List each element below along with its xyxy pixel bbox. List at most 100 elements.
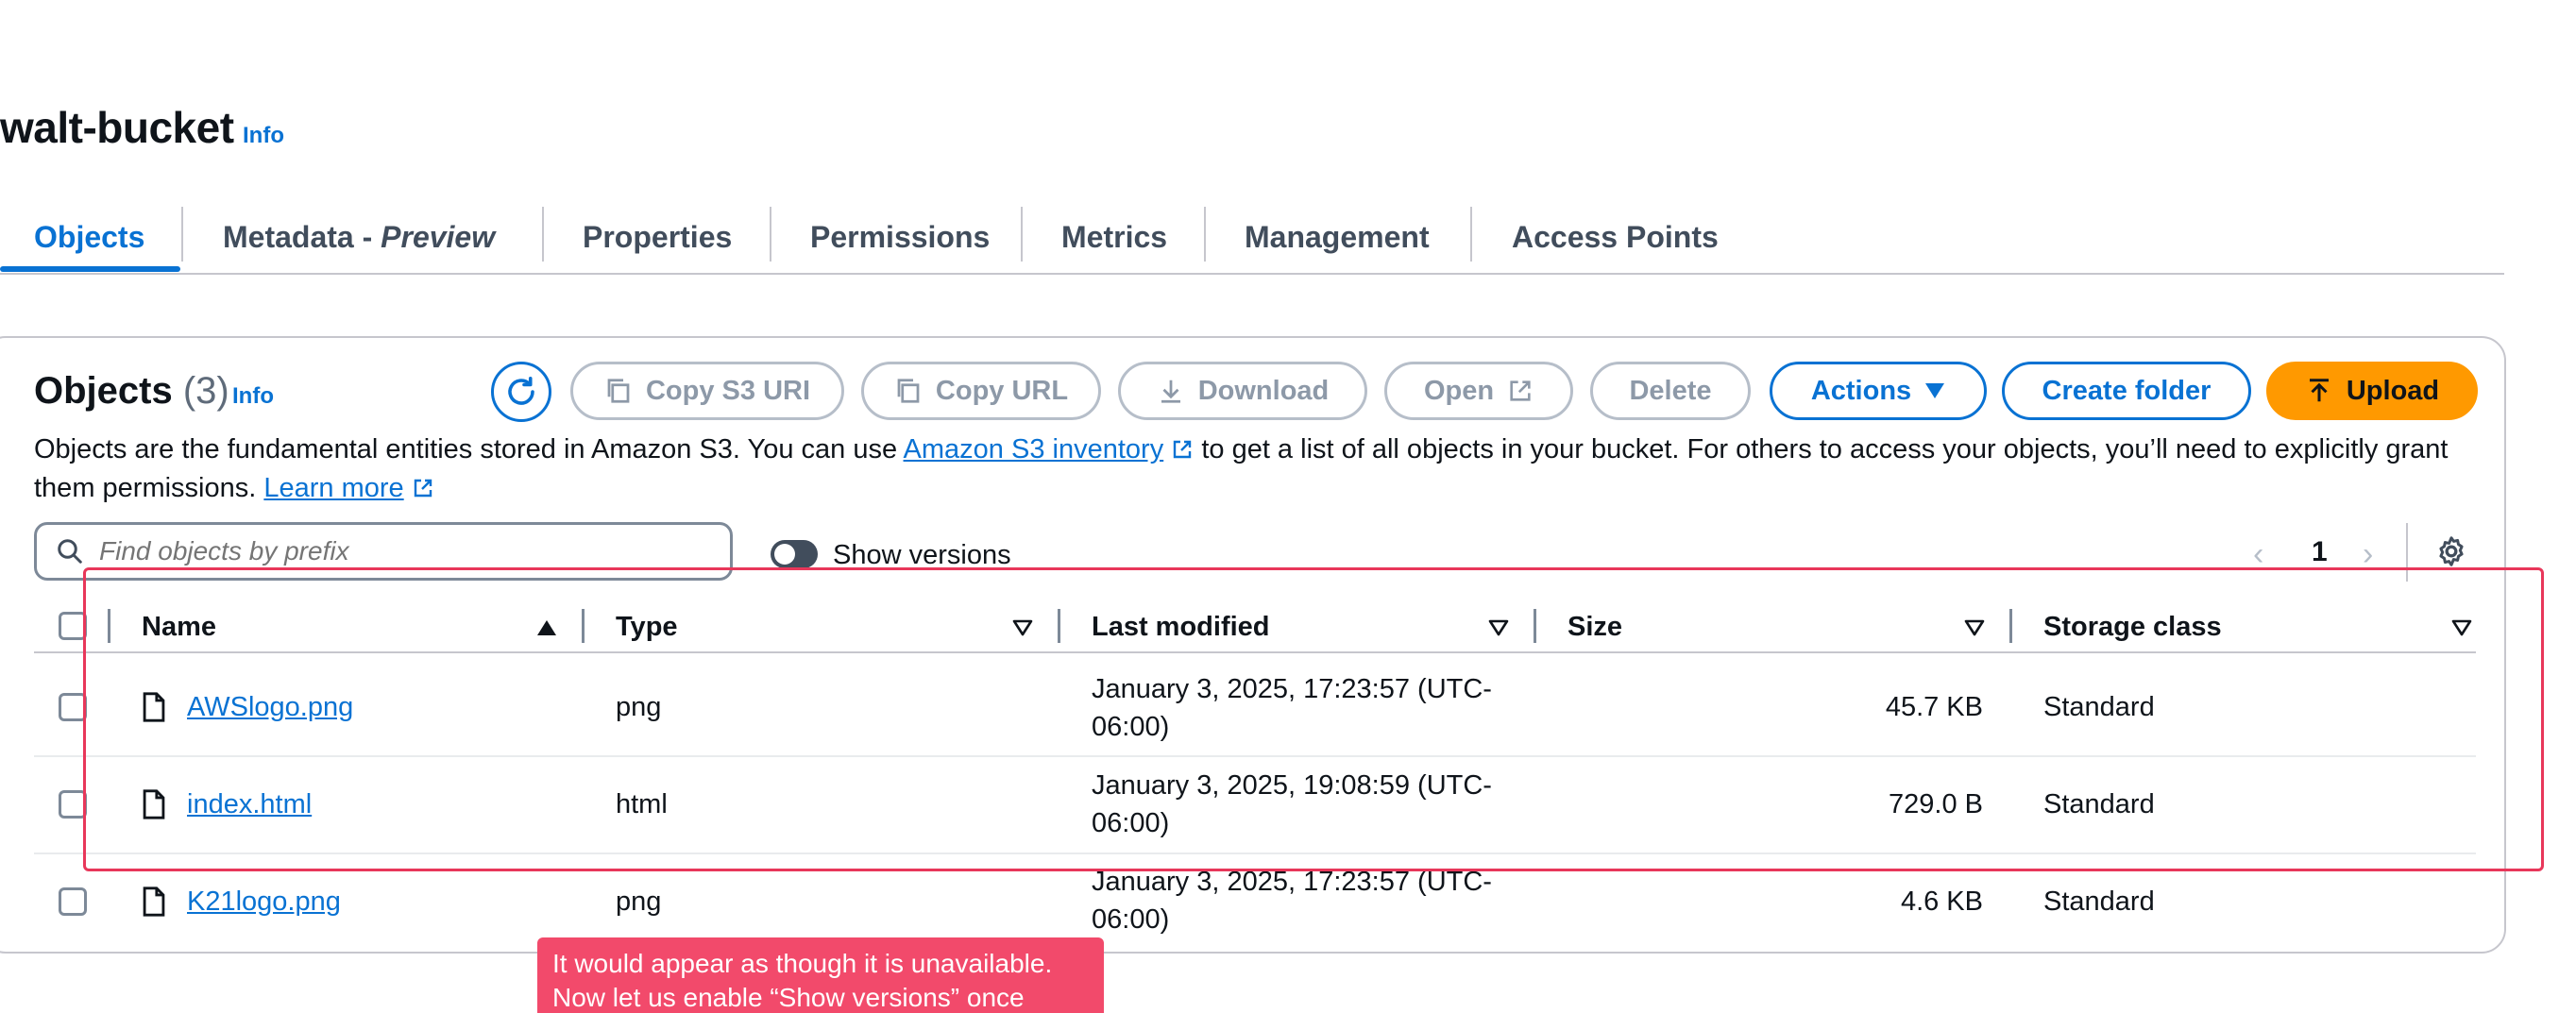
column-header-name[interactable]: Name <box>142 612 216 643</box>
column-header-size[interactable]: Size <box>1568 612 1622 643</box>
description-text-1: Objects are the fundamental entities sto… <box>34 434 904 464</box>
pager-divider <box>2406 523 2408 582</box>
copy-s3-uri-button[interactable]: Copy S3 URI <box>570 362 844 420</box>
upload-icon <box>2309 379 2329 402</box>
download-button[interactable]: Download <box>1118 362 1367 420</box>
column-header-type[interactable]: Type <box>616 612 678 643</box>
s3-inventory-link[interactable]: Amazon S3 inventory <box>904 434 1164 464</box>
actions-label: Actions <box>1810 375 1912 406</box>
previous-page-button[interactable]: ‹ <box>2253 536 2263 573</box>
tab-divider <box>1021 207 1023 262</box>
objects-heading-text: Objects <box>34 370 173 412</box>
search-field[interactable] <box>34 522 733 581</box>
column-header-storage-class[interactable]: Storage class <box>2043 612 2222 643</box>
objects-info-link[interactable]: Info <box>232 383 274 410</box>
objects-count: (3) <box>182 370 229 412</box>
column-divider <box>2009 609 2012 643</box>
tab-divider <box>1204 207 1206 262</box>
file-icon <box>143 789 165 819</box>
external-link-icon <box>414 479 432 498</box>
column-header-last-modified[interactable]: Last modified <box>1092 612 1270 643</box>
actions-button[interactable]: Actions <box>1770 362 1987 420</box>
download-icon <box>1161 380 1180 403</box>
search-input[interactable] <box>97 535 705 567</box>
tab-divider <box>542 207 544 262</box>
delete-label: Delete <box>1629 375 1712 406</box>
sort-icon[interactable] <box>1964 619 1985 636</box>
search-icon <box>58 539 82 564</box>
gear-icon <box>2439 536 2464 566</box>
row-checkbox[interactable] <box>59 887 87 916</box>
copy-icon <box>897 379 920 403</box>
object-name-link[interactable]: K21logo.png <box>187 886 341 918</box>
caret-down-icon <box>1925 383 1945 398</box>
sort-icon[interactable] <box>1488 619 1509 636</box>
object-storage-class: Standard <box>2043 789 2155 819</box>
tab-metadata-preview: Preview <box>381 220 496 254</box>
object-type: png <box>616 886 662 917</box>
refresh-icon <box>508 376 534 405</box>
open-button[interactable]: Open <box>1384 362 1573 420</box>
show-versions-label: Show versions <box>833 540 1011 570</box>
copy-url-label: Copy URL <box>935 375 1069 406</box>
tab-active-indicator <box>0 266 180 272</box>
object-type: png <box>616 692 662 722</box>
delete-button[interactable]: Delete <box>1590 362 1751 420</box>
annotation-tooltip: It would appear as though it is unavaila… <box>537 937 1104 1013</box>
tab-metadata-label: Metadata - <box>223 220 381 254</box>
file-icon <box>143 886 165 917</box>
tab-access-points[interactable]: Access Points <box>1512 212 1719 262</box>
page-number[interactable]: 1 <box>2312 536 2328 568</box>
external-link-icon <box>1174 440 1192 459</box>
refresh-button[interactable] <box>491 362 551 422</box>
upload-label: Upload <box>2346 375 2440 406</box>
row-checkbox[interactable] <box>59 790 87 819</box>
tab-divider <box>1470 207 1472 262</box>
tab-metrics[interactable]: Metrics <box>1061 212 1167 262</box>
tab-bar: Objects Metadata - Preview Properties Pe… <box>0 203 2504 275</box>
object-type: html <box>616 789 668 819</box>
copy-icon <box>607 379 630 403</box>
create-folder-button[interactable]: Create folder <box>2002 362 2251 420</box>
object-last-modified: January 3, 2025, 17:23:57 (UTC-06:00) <box>1092 867 1492 935</box>
tab-management[interactable]: Management <box>1245 212 1430 262</box>
copy-url-button[interactable]: Copy URL <box>861 362 1101 420</box>
toggle-knob <box>774 544 795 565</box>
bucket-title: walt-bucket <box>0 103 234 152</box>
tab-divider <box>770 207 771 262</box>
row-divider <box>34 755 2476 757</box>
column-divider <box>1058 609 1060 643</box>
object-size: 4.6 KB <box>1900 886 1983 917</box>
row-divider <box>34 853 2476 854</box>
sort-icon[interactable] <box>2451 619 2472 636</box>
column-divider <box>108 609 110 643</box>
next-page-button[interactable]: › <box>2363 536 2373 573</box>
open-label: Open <box>1423 375 1495 406</box>
tab-objects[interactable]: Objects <box>34 212 144 262</box>
column-divider <box>582 609 585 643</box>
sort-ascending-icon[interactable] <box>536 619 557 636</box>
object-name-link[interactable]: AWSlogo.png <box>187 692 353 723</box>
object-name-link[interactable]: index.html <box>187 789 312 820</box>
show-versions-toggle[interactable] <box>771 540 818 568</box>
object-size: 729.0 B <box>1889 789 1983 819</box>
objects-container <box>0 336 2506 954</box>
create-folder-label: Create folder <box>2042 375 2212 406</box>
bucket-info-link[interactable]: Info <box>243 123 284 149</box>
objects-description: Objects are the fundamental entities sto… <box>34 431 2451 508</box>
upload-button[interactable]: Upload <box>2266 362 2478 420</box>
learn-more-link[interactable]: Learn more <box>263 473 403 503</box>
column-divider <box>1534 609 1536 643</box>
sort-icon[interactable] <box>1012 619 1033 636</box>
row-checkbox[interactable] <box>59 693 87 721</box>
objects-heading: Objects (3) <box>34 370 229 413</box>
download-label: Download <box>1197 375 1330 406</box>
tab-permissions[interactable]: Permissions <box>810 212 990 262</box>
tab-properties[interactable]: Properties <box>583 212 732 262</box>
copy-s3-uri-label: Copy S3 URI <box>645 375 811 406</box>
select-all-checkbox[interactable] <box>59 612 87 640</box>
object-last-modified: January 3, 2025, 17:23:57 (UTC-06:00) <box>1092 674 1492 742</box>
object-size: 45.7 KB <box>1885 692 1983 722</box>
tab-metadata[interactable]: Metadata - Preview <box>223 212 495 262</box>
table-settings-button[interactable] <box>2434 534 2468 573</box>
